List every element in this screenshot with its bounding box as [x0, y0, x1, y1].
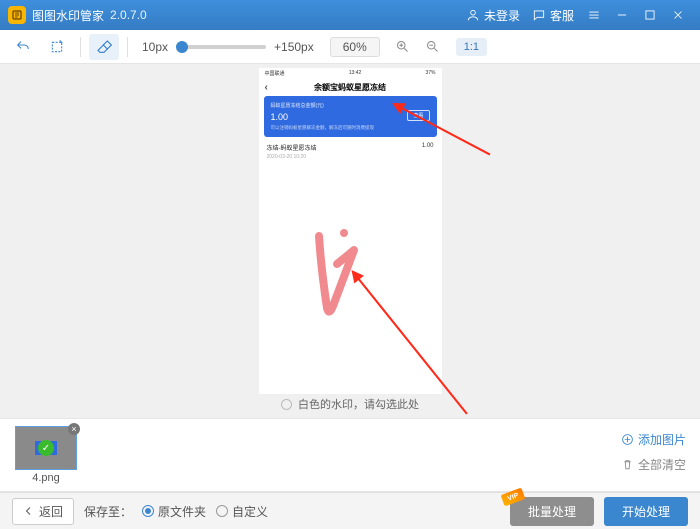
login-label: 未登录	[484, 7, 520, 24]
batch-process-button[interactable]: VIP 批量处理	[510, 497, 594, 526]
undo-button[interactable]	[8, 34, 38, 60]
app-logo	[8, 6, 26, 24]
zoom-in-button[interactable]	[390, 34, 416, 60]
brush-min-label: 10px	[142, 40, 168, 54]
crop-button[interactable]	[42, 34, 72, 60]
save-custom-option[interactable]: 自定义	[216, 503, 268, 520]
add-image-label: 添加图片	[638, 431, 686, 448]
thumb-actions: 添加图片 全部清空	[621, 431, 686, 481]
phone-nav: ‹ 余额宝蚂蚁星愿冻结	[259, 78, 442, 96]
thumbnail-filename: 4.png	[32, 472, 60, 484]
thumbnail-item[interactable]: ✓ × 4.png	[12, 426, 80, 484]
card-desc: 可以注销蚂蚁星愿解冻金额，解冻后可随时消费提现	[271, 125, 430, 131]
white-watermark-radio[interactable]	[281, 399, 292, 410]
phone-back-icon: ‹	[265, 82, 268, 93]
start-label: 开始处理	[622, 505, 670, 519]
white-watermark-label: 白色的水印，请勾选此处	[298, 396, 419, 412]
brush-size-control: 10px +150px	[142, 40, 314, 54]
save-to-label: 保存至：	[84, 503, 132, 520]
white-watermark-option[interactable]: 白色的水印，请勾选此处	[281, 396, 419, 412]
close-icon[interactable]	[664, 0, 692, 30]
thumbnail-check-icon: ✓	[38, 440, 54, 456]
thumbnail-image[interactable]: ✓ ×	[15, 426, 77, 470]
add-image-button[interactable]: 添加图片	[621, 431, 686, 448]
eraser-button[interactable]	[89, 34, 119, 60]
status-battery: 37%	[425, 70, 435, 76]
phone-card: 蚂蚁星愿冻结总金额(元) 1.00 可以注销蚂蚁星愿解冻金额，解冻后可随时消费提…	[264, 96, 437, 137]
minimize-icon[interactable]	[608, 0, 636, 30]
card-amount: 1.00	[271, 112, 430, 122]
maximize-icon[interactable]	[636, 0, 664, 30]
support-button[interactable]: 客服	[526, 0, 580, 30]
entry-date: 2020-03-20 10:20	[267, 154, 317, 160]
zoom-out-button[interactable]	[420, 34, 446, 60]
thumbnail-strip: ✓ × 4.png 添加图片 全部清空	[0, 418, 700, 492]
canvas-area: 中国联通 13:42 37% ‹ 余额宝蚂蚁星愿冻结 蚂蚁星愿冻结总金额(元) …	[0, 64, 700, 418]
clear-all-button[interactable]: 全部清空	[621, 456, 686, 473]
brush-slider[interactable]	[176, 45, 266, 49]
opt-custom-label: 自定义	[232, 503, 268, 520]
phone-nav-title: 余额宝蚂蚁星愿冻结	[314, 82, 386, 93]
save-original-option[interactable]: 原文件夹	[142, 503, 206, 520]
clear-all-label: 全部清空	[638, 456, 686, 473]
support-label: 客服	[550, 7, 574, 24]
entry-title: 冻结-蚂蚁星愿冻结	[267, 143, 317, 152]
start-process-button[interactable]: 开始处理	[604, 497, 688, 526]
toolbar: 10px +150px 60% 1:1	[0, 30, 700, 64]
phone-statusbar: 中国联通 13:42 37%	[259, 68, 442, 78]
titlebar: 图图水印管家 2.0.7.0 未登录 客服	[0, 0, 700, 30]
ratio-button[interactable]: 1:1	[456, 38, 487, 56]
batch-label: 批量处理	[528, 505, 576, 519]
preview-image[interactable]: 中国联通 13:42 37% ‹ 余额宝蚂蚁星愿冻结 蚂蚁星愿冻结总金额(元) …	[259, 68, 442, 394]
phone-entry: 冻结-蚂蚁星愿冻结 2020-03-20 10:20 1.00	[259, 137, 442, 166]
thumbnail-remove-icon[interactable]: ×	[68, 423, 80, 435]
entry-amount: 1.00	[422, 143, 434, 149]
opt-original-label: 原文件夹	[158, 503, 206, 520]
back-button[interactable]: 返回	[12, 498, 74, 525]
brush-max-label: +150px	[274, 40, 314, 54]
card-view-btn: 查看	[407, 110, 429, 121]
login-button[interactable]: 未登录	[460, 0, 526, 30]
footer: 返回 保存至： 原文件夹 自定义 VIP 批量处理 开始处理	[0, 492, 700, 529]
status-carrier: 中国联通	[265, 70, 285, 77]
app-version: 2.0.7.0	[110, 8, 147, 22]
app-title: 图图水印管家	[32, 7, 104, 24]
menu-icon[interactable]	[580, 0, 608, 30]
back-label: 返回	[39, 503, 63, 520]
zoom-value[interactable]: 60%	[330, 37, 380, 57]
card-subtitle: 蚂蚁星愿冻结总金额(元)	[271, 102, 430, 109]
status-time: 13:42	[349, 70, 362, 76]
